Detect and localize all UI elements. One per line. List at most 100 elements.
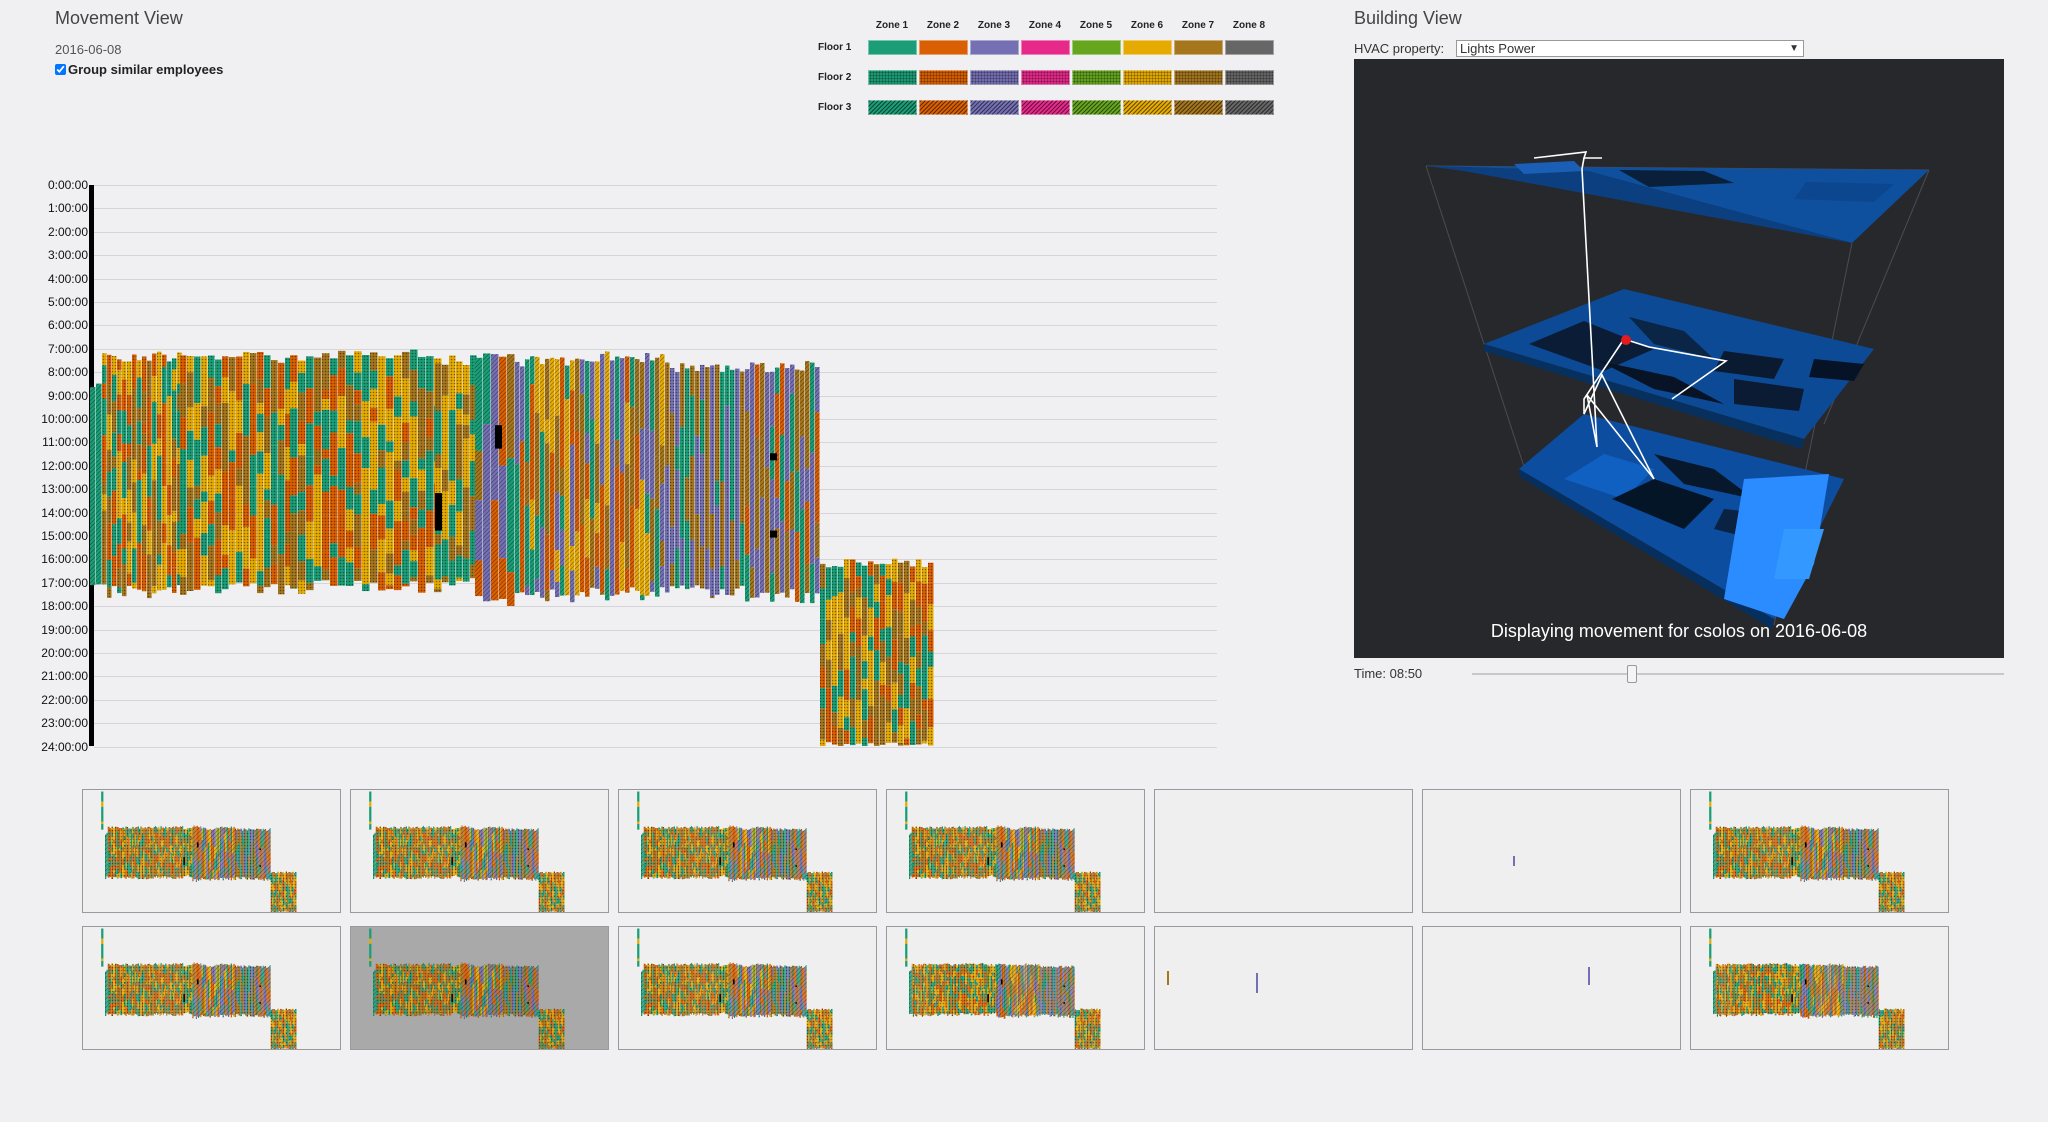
segment-texture xyxy=(396,869,398,876)
segment-texture xyxy=(394,521,402,531)
segment-texture xyxy=(278,408,285,425)
segment-texture xyxy=(407,851,409,854)
segment-texture xyxy=(144,841,146,850)
segment-texture xyxy=(196,867,198,880)
segment-texture xyxy=(410,349,418,370)
segment-texture xyxy=(183,842,186,847)
segment-texture xyxy=(785,531,790,598)
segment-texture xyxy=(605,569,610,601)
segment-texture xyxy=(229,530,236,541)
segment-texture xyxy=(147,554,152,592)
segment-texture xyxy=(815,557,820,594)
segment-texture xyxy=(274,905,277,908)
segment-texture xyxy=(125,867,127,871)
segment-texture xyxy=(287,896,289,901)
segment-texture xyxy=(393,826,395,830)
segment-texture xyxy=(269,828,271,834)
segment-texture xyxy=(154,832,156,839)
segment-texture xyxy=(910,626,916,637)
segment-texture xyxy=(257,519,264,550)
day-thumbnail-1[interactable] xyxy=(82,789,341,913)
segment-texture xyxy=(404,871,406,875)
segment-texture xyxy=(886,722,892,743)
segment-texture xyxy=(137,444,142,471)
building-3d-view[interactable]: Displaying movement for csolos on 2016-0… xyxy=(1354,59,2004,658)
segment-texture xyxy=(620,358,625,474)
segment-texture xyxy=(419,861,421,866)
segment-texture xyxy=(142,356,147,372)
segment-texture xyxy=(120,850,123,855)
segment-texture xyxy=(207,873,210,880)
segment-texture xyxy=(278,877,281,881)
segment-texture xyxy=(374,862,376,873)
segment-texture xyxy=(212,846,215,871)
segment-texture xyxy=(645,533,650,596)
segment-texture xyxy=(290,474,298,496)
segment-texture xyxy=(118,848,121,851)
segment-texture xyxy=(229,418,236,451)
segment-texture xyxy=(166,861,168,868)
segment-texture xyxy=(129,854,131,860)
segment-texture xyxy=(735,368,740,460)
segment-texture xyxy=(148,852,150,859)
movement-marker xyxy=(435,493,442,531)
segment-texture xyxy=(463,394,470,415)
segment-texture xyxy=(156,827,158,834)
segment-texture xyxy=(700,399,705,454)
segment-texture xyxy=(284,884,286,891)
segment-texture xyxy=(298,580,306,591)
segment-texture xyxy=(132,856,134,863)
segment-texture xyxy=(435,534,442,545)
segment-texture xyxy=(112,401,117,433)
segment-texture xyxy=(278,440,285,475)
segment-texture xyxy=(288,904,290,907)
segment-texture xyxy=(288,888,290,896)
segment-texture xyxy=(405,878,407,880)
segment-texture xyxy=(188,831,191,835)
segment-texture xyxy=(580,359,585,394)
segment-texture xyxy=(394,575,402,591)
segment-texture xyxy=(306,558,314,583)
segment-texture xyxy=(405,871,407,879)
segment-texture xyxy=(418,854,420,858)
segment-texture xyxy=(264,567,271,588)
segment-texture xyxy=(595,443,600,504)
segment-texture xyxy=(142,392,147,423)
segment-texture xyxy=(730,520,735,596)
segment-texture xyxy=(386,441,394,453)
segment-texture xyxy=(354,546,362,569)
segment-texture xyxy=(407,844,409,852)
segment-texture xyxy=(525,359,530,463)
segment-texture xyxy=(412,837,414,842)
segment-texture xyxy=(270,897,272,904)
group-employees-toggle[interactable]: Group similar employees xyxy=(55,62,223,77)
group-employees-checkbox[interactable] xyxy=(55,64,66,75)
segment-texture xyxy=(456,361,463,394)
time-slider-track[interactable] xyxy=(1472,673,2004,675)
segment-texture xyxy=(402,351,410,365)
segment-texture xyxy=(411,828,413,836)
hvac-property-select[interactable]: Lights Power ▼ xyxy=(1456,40,1804,57)
segment-texture xyxy=(285,880,287,887)
segment-texture xyxy=(402,867,405,873)
segment-texture xyxy=(211,878,213,879)
segment-texture xyxy=(148,847,150,853)
segment-texture xyxy=(129,850,131,855)
segment-texture xyxy=(129,867,131,871)
segment-texture xyxy=(886,701,892,723)
segment-texture xyxy=(113,839,115,844)
segment-texture xyxy=(386,376,394,409)
segment-texture xyxy=(408,826,410,834)
segment-texture xyxy=(402,477,410,492)
segment-texture xyxy=(143,828,145,836)
segment-texture xyxy=(228,875,230,880)
movement-chart[interactable] xyxy=(90,184,1220,746)
segment-texture xyxy=(188,856,191,861)
segment-texture xyxy=(152,443,157,481)
segment-texture xyxy=(378,467,386,504)
segment-texture xyxy=(187,487,194,508)
segment-texture xyxy=(277,911,279,912)
day-thumbnail-2[interactable] xyxy=(350,789,609,913)
segment-texture xyxy=(187,507,194,543)
time-slider-handle[interactable] xyxy=(1626,665,1637,683)
